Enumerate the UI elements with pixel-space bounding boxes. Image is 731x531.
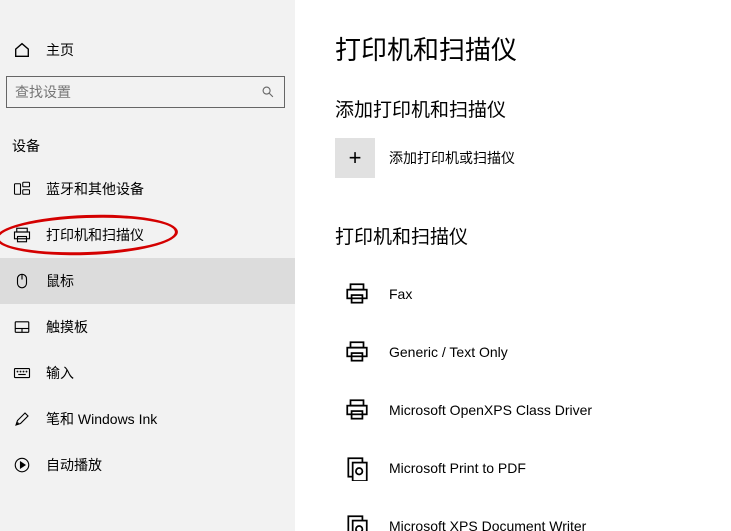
add-section-title: 添加打印机和扫描仪 bbox=[335, 95, 731, 122]
printer-list: Fax Generic / Text Only Microsoft OpenXP… bbox=[335, 265, 731, 531]
printer-label: Fax bbox=[389, 286, 412, 302]
sidebar-item-printers[interactable]: 打印机和扫描仪 bbox=[0, 212, 295, 258]
sidebar: 主页 设备 蓝牙和其他设备 bbox=[0, 0, 295, 531]
pen-icon bbox=[12, 409, 32, 429]
plus-icon: + bbox=[349, 145, 362, 171]
add-printer-row[interactable]: + 添加打印机或扫描仪 bbox=[335, 138, 731, 178]
home-icon bbox=[12, 40, 32, 60]
sidebar-item-label: 蓝牙和其他设备 bbox=[46, 179, 144, 199]
sidebar-item-label: 笔和 Windows Ink bbox=[46, 409, 157, 429]
printer-label: Microsoft OpenXPS Class Driver bbox=[389, 402, 592, 418]
printer-icon bbox=[12, 225, 32, 245]
page-title: 打印机和扫描仪 bbox=[335, 30, 731, 67]
printer-item[interactable]: Fax bbox=[335, 265, 731, 323]
touchpad-icon bbox=[12, 317, 32, 337]
sidebar-item-label: 输入 bbox=[46, 363, 74, 383]
keyboard-icon bbox=[12, 363, 32, 383]
printer-item[interactable]: Microsoft XPS Document Writer bbox=[335, 497, 731, 531]
add-label: 添加打印机或扫描仪 bbox=[389, 148, 515, 168]
printer-device-icon bbox=[343, 338, 371, 366]
printer-label: Generic / Text Only bbox=[389, 344, 508, 360]
sidebar-item-autoplay[interactable]: 自动播放 bbox=[0, 442, 295, 488]
home-label: 主页 bbox=[46, 40, 74, 60]
search-container bbox=[0, 70, 295, 108]
printer-label: Microsoft XPS Document Writer bbox=[389, 518, 586, 531]
settings-window: 主页 设备 蓝牙和其他设备 bbox=[0, 0, 731, 531]
virtual-printer-icon bbox=[343, 512, 371, 531]
printer-device-icon bbox=[343, 396, 371, 424]
sidebar-item-label: 鼠标 bbox=[46, 271, 74, 291]
sidebar-item-typing[interactable]: 输入 bbox=[0, 350, 295, 396]
printer-device-icon bbox=[343, 280, 371, 308]
search-icon bbox=[260, 84, 276, 100]
sidebar-item-mouse[interactable]: 鼠标 bbox=[0, 258, 295, 304]
printer-item[interactable]: Microsoft OpenXPS Class Driver bbox=[335, 381, 731, 439]
search-box[interactable] bbox=[6, 76, 285, 108]
autoplay-icon bbox=[12, 455, 32, 475]
printer-item[interactable]: Generic / Text Only bbox=[335, 323, 731, 381]
sidebar-item-label: 打印机和扫描仪 bbox=[46, 225, 144, 245]
bluetooth-devices-icon bbox=[12, 179, 32, 199]
mouse-icon bbox=[12, 271, 32, 291]
add-button[interactable]: + bbox=[335, 138, 375, 178]
printer-label: Microsoft Print to PDF bbox=[389, 460, 526, 476]
sidebar-item-touchpad[interactable]: 触摸板 bbox=[0, 304, 295, 350]
list-section-title: 打印机和扫描仪 bbox=[335, 222, 731, 249]
home-button[interactable]: 主页 bbox=[0, 30, 295, 70]
sidebar-item-label: 触摸板 bbox=[46, 317, 88, 337]
sidebar-item-label: 自动播放 bbox=[46, 455, 102, 475]
content-pane: 打印机和扫描仪 添加打印机和扫描仪 + 添加打印机或扫描仪 打印机和扫描仪 Fa… bbox=[295, 0, 731, 531]
printer-item[interactable]: Microsoft Print to PDF bbox=[335, 439, 731, 497]
virtual-printer-icon bbox=[343, 454, 371, 482]
search-input[interactable] bbox=[15, 84, 260, 100]
sidebar-item-pen[interactable]: 笔和 Windows Ink bbox=[0, 396, 295, 442]
sidebar-item-bluetooth[interactable]: 蓝牙和其他设备 bbox=[0, 166, 295, 212]
sidebar-nav: 蓝牙和其他设备 打印机和扫描仪 鼠标 bbox=[0, 166, 295, 488]
sidebar-section-label: 设备 bbox=[0, 108, 295, 166]
